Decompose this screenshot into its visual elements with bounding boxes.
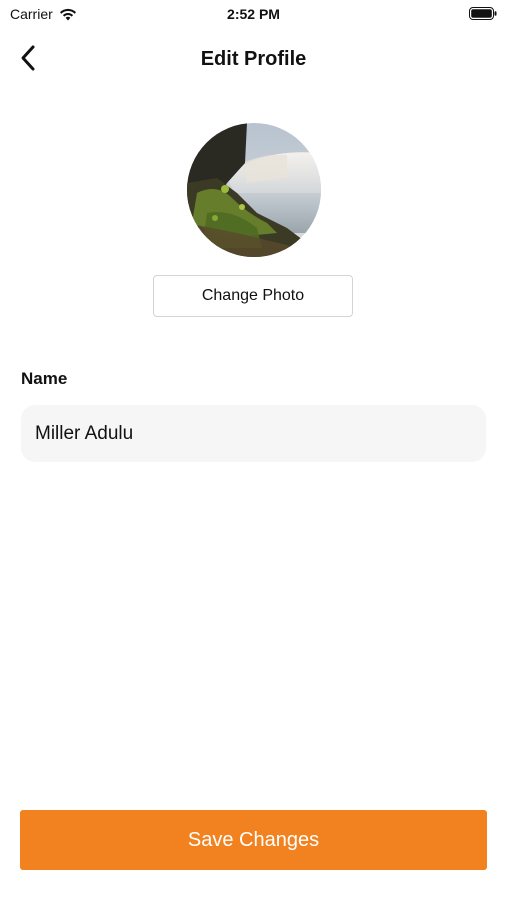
status-time: 2:52 PM — [227, 6, 280, 22]
nav-bar: Edit Profile — [0, 40, 507, 80]
name-input-value: Miller Adulu — [35, 422, 134, 444]
battery-icon — [469, 7, 497, 20]
avatar[interactable] — [187, 123, 321, 257]
change-photo-button[interactable]: Change Photo — [153, 275, 353, 317]
status-bar: Carrier 2:52 PM — [0, 0, 507, 28]
name-input[interactable]: Miller Adulu — [21, 405, 486, 462]
name-label: Name — [21, 369, 68, 388]
save-changes-button[interactable]: Save Changes — [20, 810, 487, 870]
page-title: Edit Profile — [200, 48, 307, 70]
